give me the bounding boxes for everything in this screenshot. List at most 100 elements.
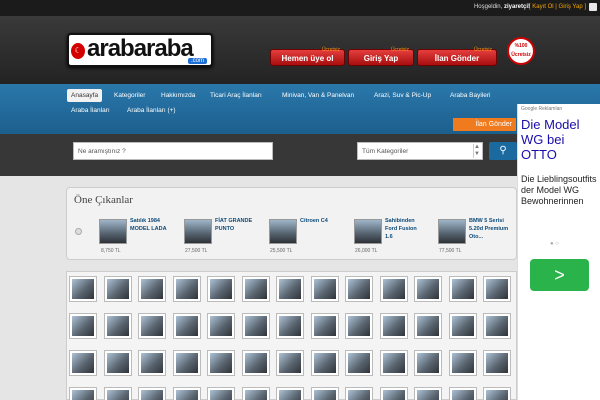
listing-thumbnail[interactable] (69, 350, 97, 376)
featured-section: Öne Çıkanlar Satılık 1984 MODEL LADA 8,7… (66, 187, 517, 260)
top-bar: Hoşgeldin, ziyaretçi! [ Kayıt Ol | Giriş… (0, 0, 600, 16)
post-ad-button[interactable]: Ücretsiz İlan Gönder (417, 47, 497, 66)
featured-car-price: 25,500 TL (270, 248, 293, 254)
listing-thumbnail[interactable] (138, 387, 166, 400)
search-input[interactable]: Ne aramıştınız ? (73, 142, 273, 160)
featured-car-name[interactable]: Satılık 1984 MODEL LADA (130, 217, 170, 233)
listing-thumbnail[interactable] (483, 313, 511, 339)
nav-categories[interactable]: Kategoriler (110, 89, 149, 102)
featured-car-image[interactable] (269, 219, 297, 244)
ad-panel[interactable]: Google Reklamları Die Model WG bei OTTO … (517, 104, 600, 400)
nav-commercial[interactable]: Ticari Araç İlanları (206, 89, 266, 102)
ad-headline[interactable]: Die Model WG bei OTTO (521, 117, 600, 162)
nav-car-ads[interactable]: Araba İlanları (67, 104, 114, 117)
listing-thumbnail[interactable] (138, 313, 166, 339)
listing-thumbnail[interactable] (69, 276, 97, 302)
listing-thumbnail[interactable] (379, 313, 408, 339)
greeting: Hoşgeldin, ziyaretçi! (473, 4, 530, 10)
listing-thumbnail[interactable] (379, 350, 408, 376)
listing-thumbnail[interactable] (241, 387, 270, 400)
search-button[interactable]: ⚲ (489, 142, 517, 160)
search-bar: Ne aramıştınız ? Tüm Kategoriler ▲ ▼ ⚲ (0, 134, 517, 176)
site-logo[interactable]: ☾ arabaraba .com (67, 33, 213, 67)
listing-thumbnail[interactable] (103, 387, 132, 400)
header: ☾ arabaraba .com Ücretsiz Hemen üye ol Üc… (0, 16, 600, 84)
listing-thumbnail[interactable] (448, 276, 477, 302)
search-icon: ⚲ (499, 145, 507, 156)
listing-thumbnail[interactable] (69, 387, 97, 400)
featured-car-image[interactable] (99, 219, 127, 244)
featured-car-image[interactable] (354, 219, 382, 244)
listing-thumbnail[interactable] (345, 276, 373, 302)
nav-car-ads-plus[interactable]: Araba İlanları (+) (123, 104, 180, 117)
signup-button[interactable]: Ücretsiz Hemen üye ol (270, 47, 345, 66)
rss-icon[interactable] (589, 3, 597, 11)
listing-grid (66, 271, 517, 400)
listing-thumbnail[interactable] (483, 350, 511, 376)
featured-title: Öne Çıkanlar (74, 194, 133, 206)
listing-thumbnail[interactable] (310, 276, 339, 302)
listing-thumbnail[interactable] (414, 313, 442, 339)
featured-car-image[interactable] (184, 219, 212, 244)
slider-prev-button[interactable] (75, 228, 82, 235)
listing-thumbnail[interactable] (138, 276, 166, 302)
ad-network-label: Google Reklamları (521, 106, 563, 112)
listing-thumbnail[interactable] (379, 387, 408, 400)
listing-thumbnail[interactable] (172, 313, 201, 339)
listing-thumbnail[interactable] (414, 387, 442, 400)
listing-thumbnail[interactable] (483, 276, 511, 302)
featured-car-name[interactable]: FİAT GRANDE PUNTO (215, 217, 255, 233)
auth-links[interactable]: [ Kayıt Ol | Giriş Yap ] (529, 4, 586, 10)
listing-thumbnail[interactable] (172, 387, 201, 400)
listing-thumbnail[interactable] (310, 387, 339, 400)
listing-thumbnail[interactable] (241, 276, 270, 302)
listing-thumbnail[interactable] (207, 350, 235, 376)
featured-car-name[interactable]: Sahibinden Ford Fusion 1.6 (385, 217, 425, 241)
listing-thumbnail[interactable] (448, 387, 477, 400)
listing-thumbnail[interactable] (276, 387, 304, 400)
listing-thumbnail[interactable] (345, 387, 373, 400)
listing-thumbnail[interactable] (207, 313, 235, 339)
listing-thumbnail[interactable] (172, 350, 201, 376)
listing-thumbnail[interactable] (241, 350, 270, 376)
ad-next-button[interactable]: > (530, 259, 589, 291)
post-ad-nav-button[interactable]: İlan Gönder (453, 118, 516, 131)
listing-thumbnail[interactable] (345, 350, 373, 376)
listing-thumbnail[interactable] (276, 276, 304, 302)
listing-thumbnail[interactable] (448, 350, 477, 376)
nav-home[interactable]: Anasayfa (67, 89, 103, 102)
turkish-flag-icon: ☾ (71, 43, 85, 59)
listing-thumbnail[interactable] (69, 313, 97, 339)
ad-pager-dots[interactable]: ● ○ (550, 241, 559, 247)
nav-dealers[interactable]: Araba Bayileri (446, 89, 494, 102)
listing-thumbnail[interactable] (276, 350, 304, 376)
category-select[interactable]: Tüm Kategoriler ▲ ▼ (357, 142, 483, 160)
listing-thumbnail[interactable] (138, 350, 166, 376)
login-button[interactable]: Ücretsiz Giriş Yap (348, 47, 414, 66)
listing-thumbnail[interactable] (207, 276, 235, 302)
nav-suv[interactable]: Arazi, Suv & Pic-Up (370, 89, 435, 102)
listing-thumbnail[interactable] (448, 313, 477, 339)
listing-thumbnail[interactable] (241, 313, 270, 339)
listing-thumbnail[interactable] (483, 387, 511, 400)
listing-thumbnail[interactable] (276, 313, 304, 339)
listing-thumbnail[interactable] (414, 350, 442, 376)
ad-body: Die Lieblingsoutfits der Model WG Bewohn… (521, 174, 597, 206)
featured-car-name[interactable]: BMW 5 Serisi 5.20d Premium Oto... (469, 217, 509, 241)
listing-thumbnail[interactable] (310, 350, 339, 376)
listing-thumbnail[interactable] (207, 387, 235, 400)
listing-thumbnail[interactable] (103, 350, 132, 376)
listing-thumbnail[interactable] (379, 276, 408, 302)
nav-about[interactable]: Hakkımızda (157, 89, 199, 102)
featured-car-image[interactable] (438, 219, 466, 244)
listing-thumbnail[interactable] (103, 276, 132, 302)
select-arrows-icon: ▲ ▼ (473, 144, 480, 158)
listing-thumbnail[interactable] (172, 276, 201, 302)
free-badge: %100 Ücretsiz (507, 37, 535, 65)
listing-thumbnail[interactable] (345, 313, 373, 339)
nav-minivan[interactable]: Minivan, Van & Panelvan (278, 89, 358, 102)
listing-thumbnail[interactable] (310, 313, 339, 339)
featured-car-name[interactable]: Citroen C4 (300, 217, 340, 225)
listing-thumbnail[interactable] (414, 276, 442, 302)
listing-thumbnail[interactable] (103, 313, 132, 339)
